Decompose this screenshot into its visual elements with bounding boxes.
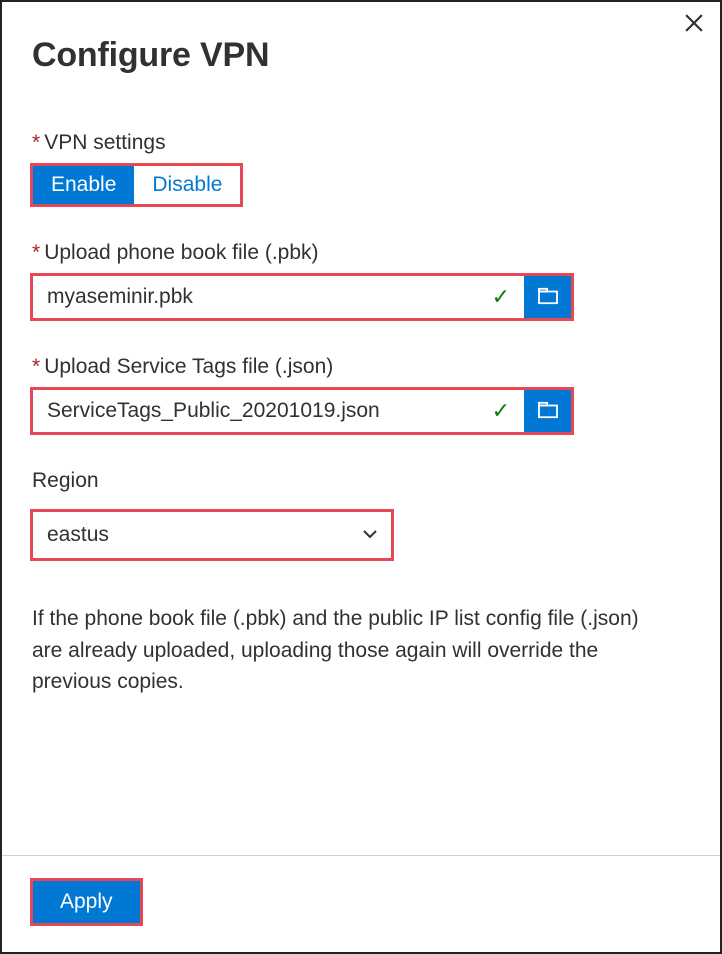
- phone-book-label-text: Upload phone book file (.pbk): [44, 241, 318, 264]
- region-field: Region eastus: [32, 469, 690, 559]
- apply-button[interactable]: Apply: [32, 880, 141, 924]
- folder-icon: [537, 401, 559, 422]
- service-tags-input[interactable]: ServiceTags_Public_20201019.json ✓: [32, 389, 524, 433]
- phone-book-input-row: myaseminir.pbk ✓: [32, 275, 572, 319]
- vpn-disable-button[interactable]: Disable: [134, 166, 240, 204]
- folder-icon: [537, 287, 559, 308]
- check-icon: ✓: [492, 284, 510, 310]
- region-select[interactable]: eastus: [32, 511, 392, 559]
- required-marker: *: [32, 131, 40, 154]
- apply-button-wrap: Apply: [32, 880, 141, 924]
- check-icon: ✓: [492, 398, 510, 424]
- phone-book-field: *Upload phone book file (.pbk) myasemini…: [32, 241, 690, 319]
- phone-book-label: *Upload phone book file (.pbk): [32, 241, 690, 265]
- required-marker: *: [32, 355, 40, 378]
- vpn-settings-label: *VPN settings: [32, 131, 690, 155]
- phone-book-browse-button[interactable]: [524, 275, 572, 319]
- service-tags-field: *Upload Service Tags file (.json) Servic…: [32, 355, 690, 433]
- phone-book-value: myaseminir.pbk: [47, 285, 193, 309]
- page-title: Configure VPN: [32, 36, 690, 75]
- phone-book-input[interactable]: myaseminir.pbk ✓: [32, 275, 524, 319]
- vpn-settings-field: *VPN settings Enable Disable: [32, 131, 690, 205]
- region-select-wrap: eastus: [32, 511, 392, 559]
- service-tags-input-row: ServiceTags_Public_20201019.json ✓: [32, 389, 572, 433]
- vpn-toggle-group: Enable Disable: [32, 165, 241, 205]
- service-tags-value: ServiceTags_Public_20201019.json: [47, 399, 380, 423]
- help-text: If the phone book file (.pbk) and the pu…: [32, 603, 672, 698]
- vpn-settings-label-text: VPN settings: [44, 131, 165, 154]
- chevron-down-icon: [363, 526, 377, 544]
- vpn-enable-button[interactable]: Enable: [33, 166, 134, 204]
- required-marker: *: [32, 241, 40, 264]
- service-tags-browse-button[interactable]: [524, 389, 572, 433]
- close-icon: [685, 14, 703, 35]
- region-selected-value: eastus: [47, 523, 109, 547]
- service-tags-label-text: Upload Service Tags file (.json): [44, 355, 333, 378]
- footer: Apply: [2, 855, 720, 952]
- region-label: Region: [32, 469, 690, 493]
- close-button[interactable]: [678, 8, 710, 40]
- service-tags-label: *Upload Service Tags file (.json): [32, 355, 690, 379]
